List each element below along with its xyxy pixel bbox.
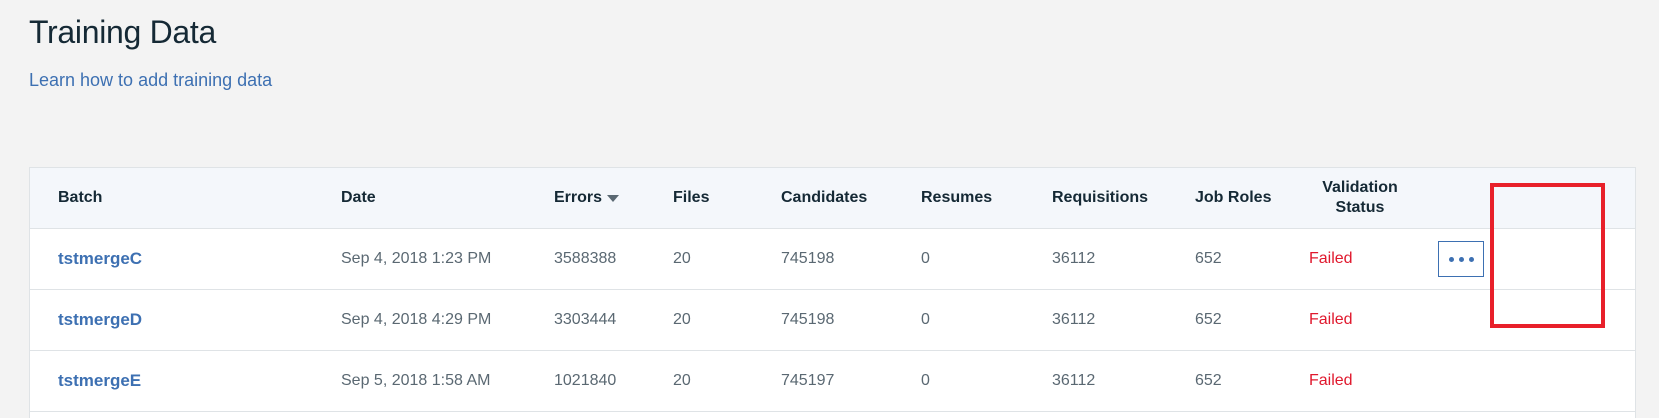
candidates-cell: 745198 — [781, 311, 835, 328]
table-row: tstmergeC Sep 4, 2018 1:23 PM 3588388 20… — [30, 229, 1635, 290]
table-row: tstmergeE Sep 5, 2018 1:58 AM 1021840 20… — [30, 351, 1635, 412]
overflow-menu-icon — [1448, 256, 1454, 262]
column-header-date[interactable]: Date — [341, 168, 376, 228]
requisitions-cell: 36112 — [1052, 372, 1096, 389]
page-title: Training Data — [29, 14, 217, 50]
batch-link[interactable]: tstmergeD — [58, 310, 142, 330]
column-header-errors-label: Errors — [554, 189, 603, 206]
date-cell: Sep 5, 2018 1:58 AM — [341, 372, 491, 389]
learn-how-link[interactable]: Learn how to add training data — [29, 70, 272, 91]
requisitions-cell: 36112 — [1052, 250, 1096, 267]
table-header: Batch Date Errors Files Candidates Resum… — [30, 168, 1635, 229]
candidates-cell: 745197 — [781, 372, 835, 389]
date-cell: Sep 4, 2018 1:23 PM — [341, 250, 492, 267]
resumes-cell: 0 — [921, 311, 930, 328]
column-header-errors[interactable]: Errors — [554, 168, 620, 228]
job-roles-cell: 652 — [1195, 372, 1222, 389]
column-header-files[interactable]: Files — [673, 168, 709, 228]
validation-status-cell: Failed — [1309, 372, 1353, 389]
files-cell: 20 — [673, 372, 691, 389]
job-roles-cell: 652 — [1195, 311, 1222, 328]
training-data-table: Batch Date Errors Files Candidates Resum… — [29, 167, 1636, 418]
table-row: tstmergeD Sep 4, 2018 4:29 PM 3303444 20… — [30, 290, 1635, 351]
date-cell: Sep 4, 2018 4:29 PM — [341, 311, 492, 328]
validation-status-cell: Failed — [1309, 250, 1353, 267]
overflow-menu-icon-dot — [1458, 256, 1464, 262]
column-header-resumes[interactable]: Resumes — [921, 168, 992, 228]
overflow-menu-button[interactable] — [1438, 241, 1484, 277]
job-roles-cell: 652 — [1195, 250, 1222, 267]
column-header-validation-status-line1: Validation — [1322, 179, 1398, 196]
errors-cell: 1021840 — [554, 372, 617, 389]
column-header-job-roles[interactable]: Job Roles — [1195, 168, 1271, 228]
resumes-cell: 0 — [921, 372, 930, 389]
files-cell: 20 — [673, 250, 691, 267]
files-cell: 20 — [673, 311, 691, 328]
column-header-validation-status[interactable]: Validation Status — [1320, 168, 1400, 228]
sort-descending-icon — [607, 195, 620, 202]
column-header-validation-status-line2: Status — [1335, 199, 1385, 216]
requisitions-cell: 36112 — [1052, 311, 1096, 328]
column-header-requisitions[interactable]: Requisitions — [1052, 168, 1148, 228]
overflow-menu-icon-dot — [1468, 256, 1474, 262]
training-data-page: Training Data Learn how to add training … — [0, 0, 1659, 418]
candidates-cell: 745198 — [781, 250, 835, 267]
column-header-batch[interactable]: Batch — [58, 168, 102, 228]
validation-status-cell: Failed — [1309, 311, 1353, 328]
batch-link[interactable]: tstmergeC — [58, 249, 142, 269]
column-header-candidates[interactable]: Candidates — [781, 168, 867, 228]
batch-link[interactable]: tstmergeE — [58, 371, 141, 391]
errors-cell: 3588388 — [554, 250, 617, 267]
errors-cell: 3303444 — [554, 311, 617, 328]
resumes-cell: 0 — [921, 250, 930, 267]
